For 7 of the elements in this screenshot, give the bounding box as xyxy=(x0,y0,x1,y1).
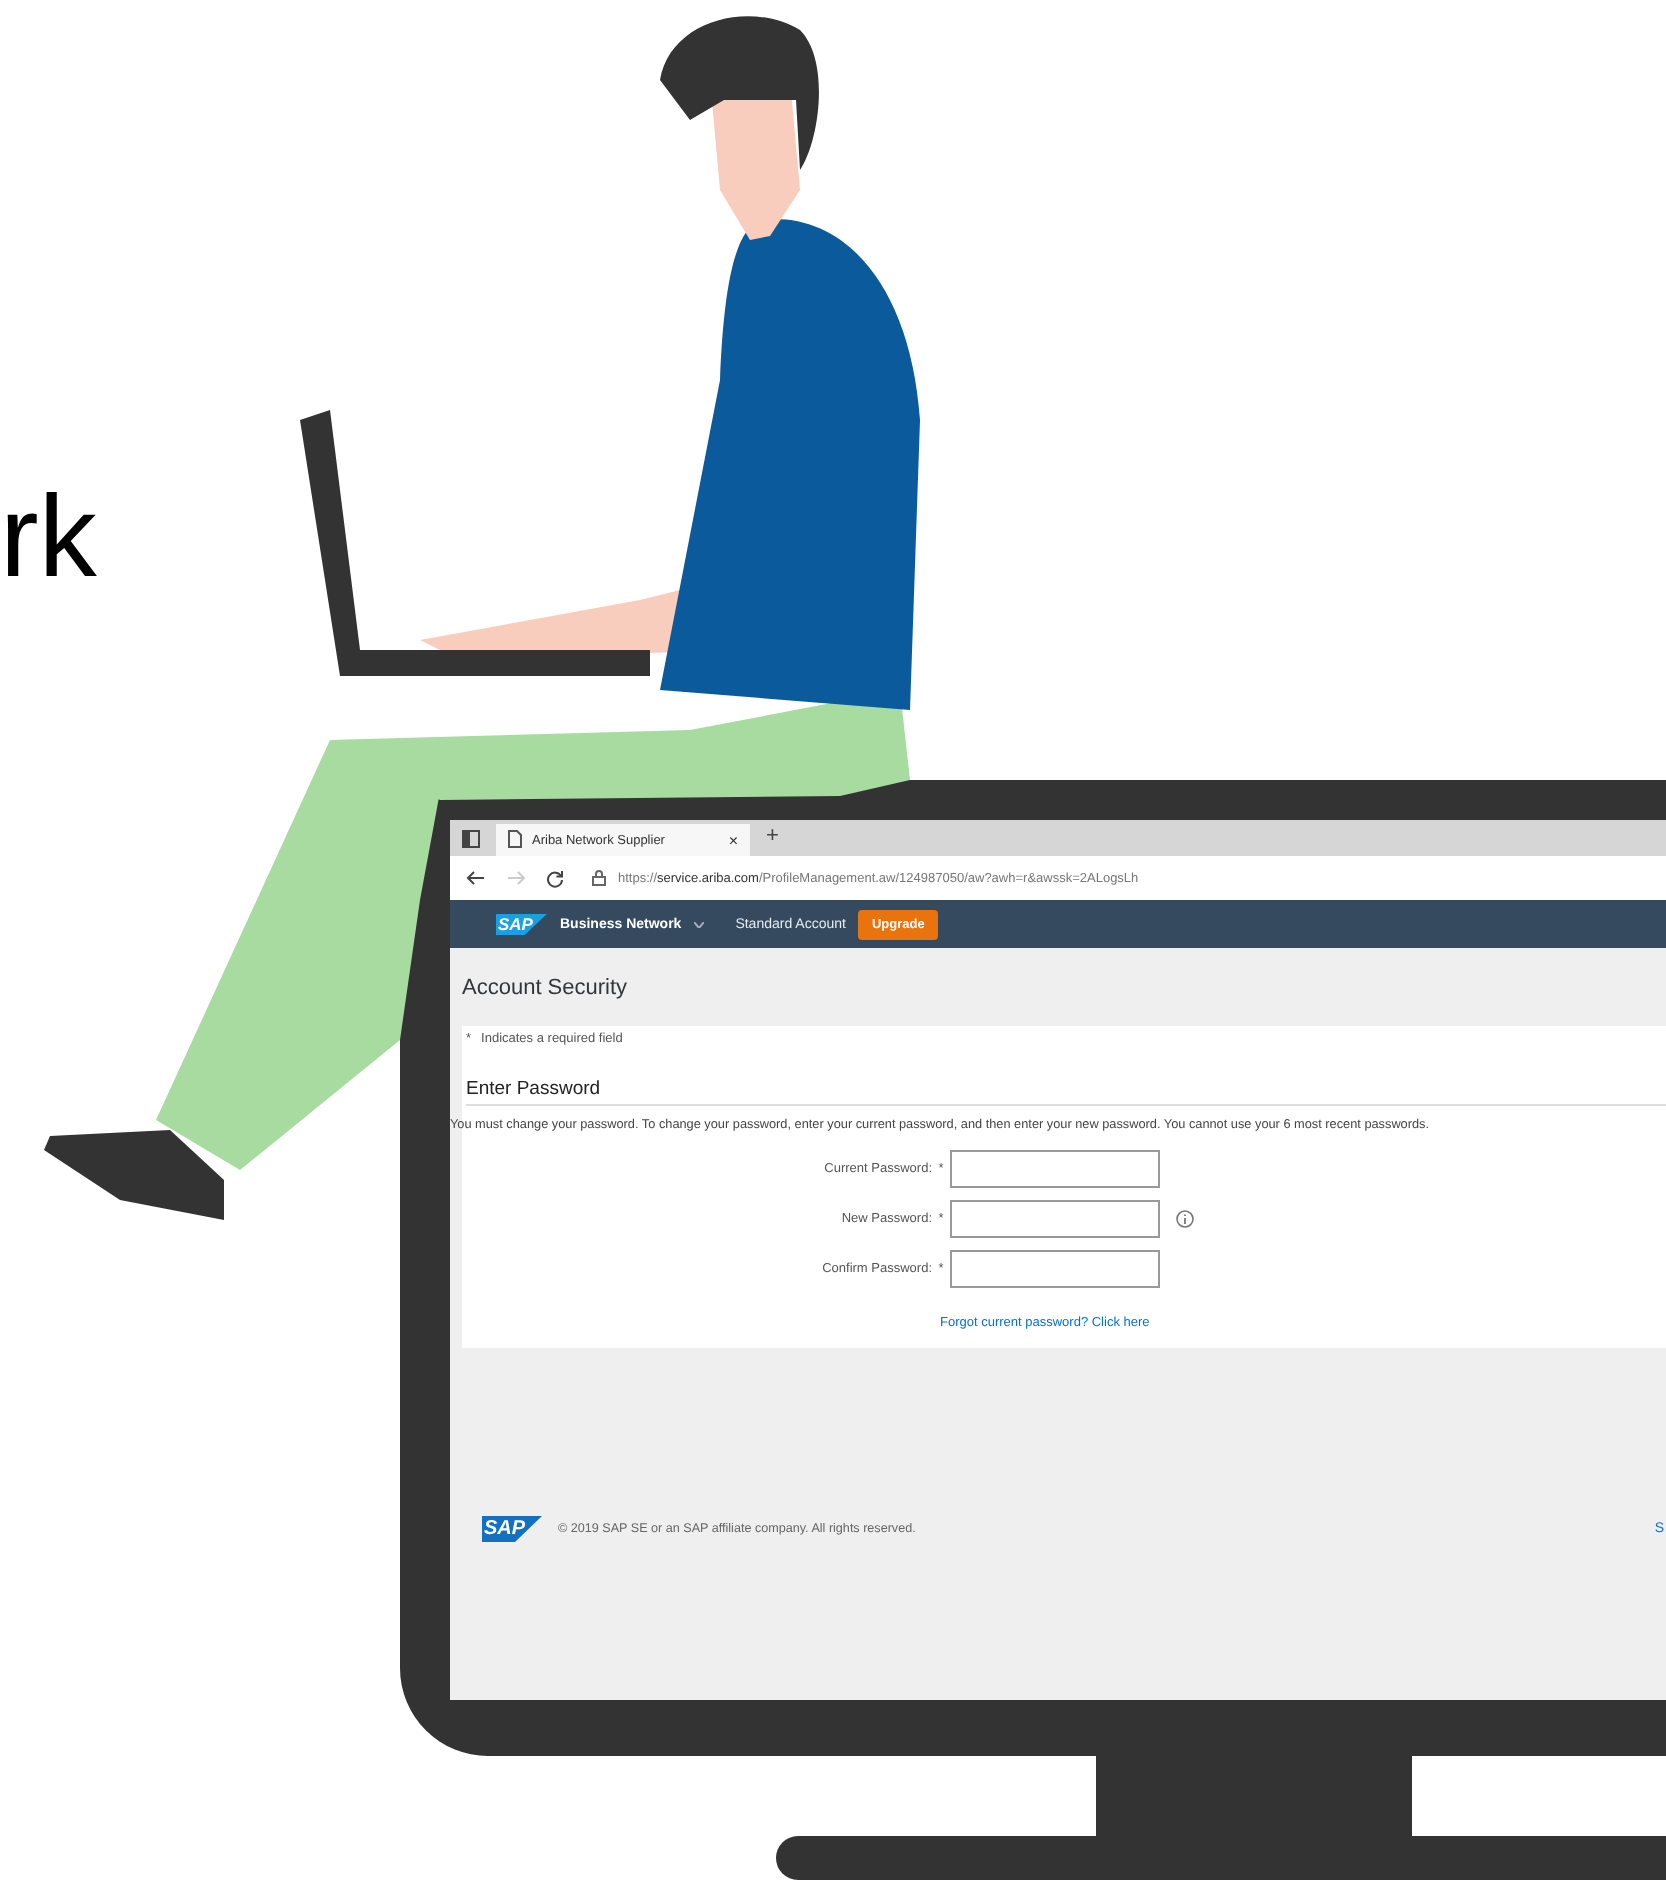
headline: rk xyxy=(0,480,97,596)
section-title: Enter Password xyxy=(466,1078,1666,1106)
sap-logo: SAP xyxy=(482,1516,542,1542)
close-tab-button[interactable]: × xyxy=(728,831,738,849)
page-title: Account Security xyxy=(462,975,628,999)
sap-logo: SAP xyxy=(496,913,548,935)
new-tab-button[interactable]: + xyxy=(766,820,779,856)
